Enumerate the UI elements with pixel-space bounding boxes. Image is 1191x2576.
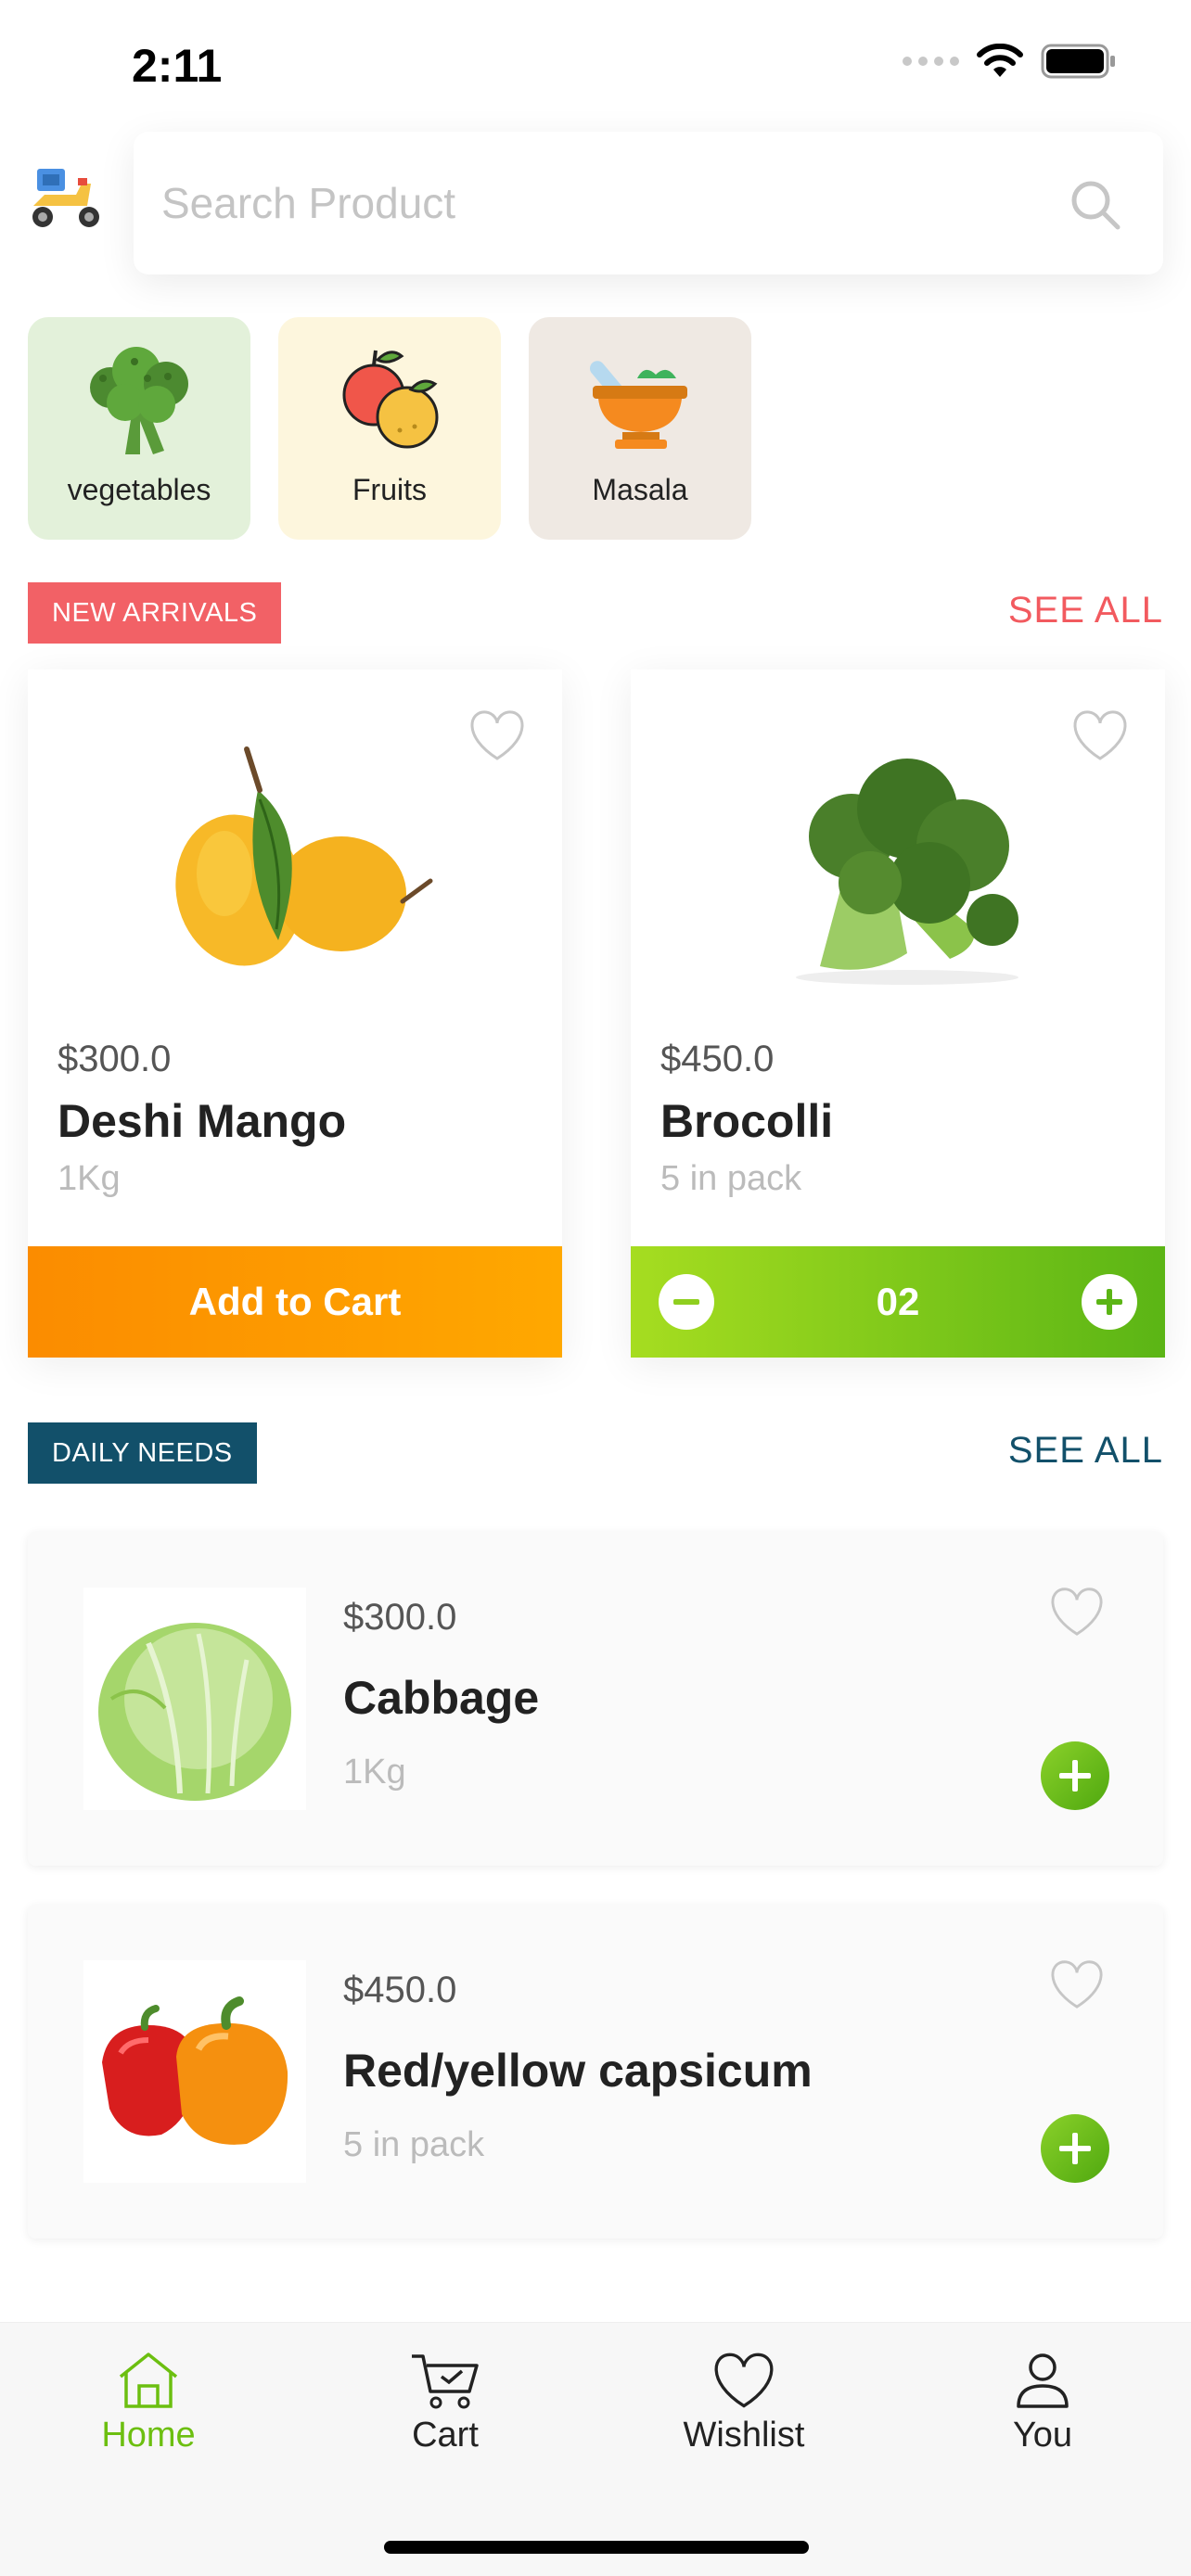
add-to-cart-button[interactable]: Add to Cart: [28, 1246, 562, 1358]
product-quantity: 1Kg: [58, 1159, 121, 1198]
heart-icon[interactable]: [1070, 708, 1130, 762]
delivery-scooter-icon[interactable]: [26, 165, 106, 232]
product-card-mango[interactable]: $300.0 Deshi Mango 1Kg Add to Cart: [28, 670, 562, 1358]
add-item-button[interactable]: [1041, 1741, 1109, 1810]
nav-wishlist[interactable]: Wishlist: [633, 2351, 855, 2455]
search-bar: [134, 132, 1163, 274]
category-label: Masala: [592, 473, 688, 506]
product-name: Brocolli: [660, 1095, 834, 1147]
wifi-icon: [977, 44, 1023, 77]
quantity-stepper: 02: [631, 1246, 1165, 1358]
category-masala[interactable]: Masala: [529, 317, 751, 540]
plus-icon: [1059, 2133, 1091, 2164]
home-indicator: [384, 2541, 809, 2554]
list-item-cabbage[interactable]: $300.0 Cabbage 1Kg: [28, 1532, 1163, 1866]
nav-label: Wishlist: [683, 2416, 805, 2455]
heart-icon[interactable]: [1048, 1958, 1106, 2010]
item-name: Cabbage: [343, 1672, 540, 1724]
capsicum-image: [83, 1960, 306, 2183]
search-input[interactable]: [161, 132, 1033, 274]
nav-label: Cart: [412, 2416, 479, 2455]
daily-needs-badge: DAILY NEEDS: [28, 1422, 257, 1484]
nav-you[interactable]: You: [931, 2351, 1154, 2455]
cart-icon: [412, 2354, 479, 2409]
fruits-icon: [342, 350, 439, 449]
heart-icon[interactable]: [467, 708, 527, 762]
product-quantity: 5 in pack: [660, 1159, 802, 1198]
battery-icon: [1041, 44, 1115, 79]
increase-quantity-button[interactable]: [1082, 1274, 1137, 1330]
nav-label: You: [1012, 2416, 1073, 2455]
category-label: Fruits: [352, 473, 427, 506]
search-icon[interactable]: [1069, 178, 1122, 232]
item-name: Red/yellow capsicum: [343, 2045, 813, 2097]
new-arrivals-badge: NEW ARRIVALS: [28, 582, 282, 644]
heart-icon: [714, 2353, 774, 2408]
item-price: $450.0: [343, 1970, 457, 2010]
heart-icon[interactable]: [1048, 1586, 1106, 1638]
add-item-button[interactable]: [1041, 2114, 1109, 2183]
home-icon: [119, 2353, 178, 2408]
daily-needs-see-all-link[interactable]: SEE ALL: [1008, 1430, 1163, 1472]
user-icon: [1017, 2353, 1069, 2408]
product-price: $450.0: [660, 1039, 775, 1079]
plus-icon: [1096, 1289, 1122, 1315]
product-card-broccoli[interactable]: $450.0 Brocolli 5 in pack 02: [631, 670, 1165, 1358]
broccoli-icon: [90, 347, 188, 454]
product-name: Deshi Mango: [58, 1095, 347, 1147]
plus-icon: [1059, 1760, 1091, 1792]
item-quantity: 1Kg: [343, 1753, 406, 1792]
mortar-icon: [590, 361, 687, 449]
cabbage-image: [83, 1588, 306, 1810]
status-icons: [903, 43, 1117, 80]
bottom-navigation: Home Cart Wishlist You: [0, 2322, 1191, 2576]
item-price: $300.0: [343, 1597, 457, 1638]
category-fruits[interactable]: Fruits: [278, 317, 501, 540]
cellular-signal-icon: [903, 57, 959, 66]
new-arrivals-see-all-link[interactable]: SEE ALL: [1008, 590, 1163, 631]
status-bar: 2:11: [0, 0, 1191, 130]
status-time: 2:11: [132, 40, 223, 92]
product-price: $300.0: [58, 1039, 172, 1079]
broccoli-image: [796, 759, 1018, 985]
nav-label: Home: [101, 2416, 196, 2455]
mango-image: [175, 746, 433, 966]
nav-cart[interactable]: Cart: [334, 2351, 557, 2455]
category-label: vegetables: [67, 473, 211, 506]
nav-home[interactable]: Home: [37, 2351, 260, 2455]
list-item-capsicum[interactable]: $450.0 Red/yellow capsicum 5 in pack: [28, 1905, 1163, 2238]
category-vegetables[interactable]: vegetables: [28, 317, 250, 540]
item-quantity: 5 in pack: [343, 2125, 485, 2164]
